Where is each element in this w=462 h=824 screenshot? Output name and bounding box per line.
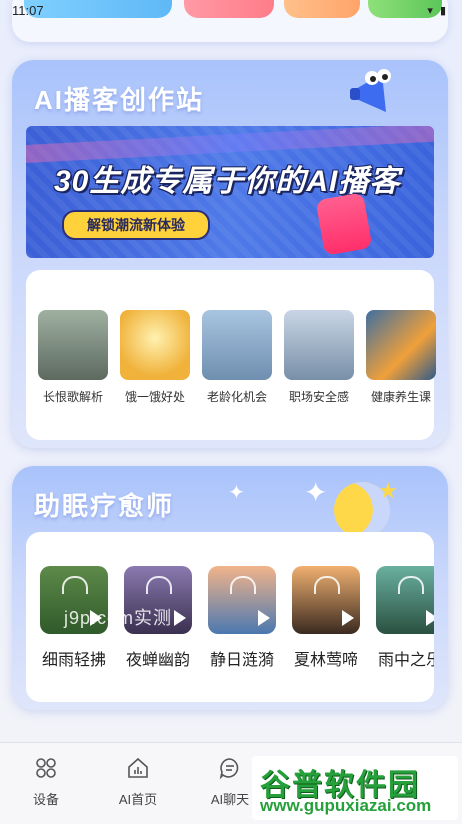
topic-label: 老龄化机会 xyxy=(206,390,267,404)
podcast-section-title: AI播客创作站 xyxy=(34,85,205,115)
overlay-logo-url: www.gupuxiazai.com xyxy=(260,796,432,815)
megaphone-icon xyxy=(350,69,391,112)
sleep-track-label: 静日涟漪 xyxy=(209,652,274,669)
sleep-track-label: 夜蝉幽韵 xyxy=(125,652,190,669)
topic-label: 长恨歌解析 xyxy=(42,390,103,404)
topic-thumbnail xyxy=(366,310,436,380)
nav-label: 设备 xyxy=(32,792,59,807)
sleep-section: 助眠疗愈师 ✦ ✦ ★ 细雨轻拂 夜蝉幽韵 静日涟漪 夏林莺啼 雨中之乐 xyxy=(12,466,448,710)
sleep-section-title: 助眠疗愈师 xyxy=(34,491,175,521)
sleep-track-label: 夏林莺啼 xyxy=(293,652,358,669)
headphone-icon xyxy=(146,576,172,594)
sleep-thumbnail xyxy=(208,566,276,634)
topic-label: 健康养生课 xyxy=(370,390,431,404)
nav-item-devices[interactable]: 设备 xyxy=(6,755,86,808)
devices-grid-icon xyxy=(36,758,56,778)
star-icon: ★ xyxy=(378,478,398,503)
wifi-icon: ▾ xyxy=(427,5,435,17)
topic-label: 职场安全感 xyxy=(288,390,349,404)
play-icon[interactable] xyxy=(258,610,270,626)
topic-thumbnail xyxy=(120,310,190,380)
home-chart-icon xyxy=(128,757,148,778)
sleep-track-label: 细雨轻拂 xyxy=(41,652,106,669)
sparkle-icon: ✦ xyxy=(228,482,245,504)
topic-thumbnail xyxy=(284,310,354,380)
sleep-track-item[interactable]: 静日涟漪 xyxy=(208,566,276,670)
chat-bubble-icon xyxy=(219,758,239,780)
unlock-button[interactable]: 解锁潮流新体验 xyxy=(62,210,210,240)
topic-item[interactable]: 长恨歌解析 xyxy=(38,310,108,405)
sparkle-icon: ✦ xyxy=(304,477,328,508)
watermark-text: j9p.com实测 xyxy=(64,608,173,628)
podcast-banner[interactable]: 30生成专属于你的AI播客 解锁潮流新体验 xyxy=(26,126,434,258)
battery-icon: ▮ xyxy=(439,5,448,17)
headphone-icon xyxy=(62,576,88,594)
topic-item[interactable]: 健康养生课 xyxy=(366,310,436,405)
headphone-icon xyxy=(230,576,256,594)
topic-panel: 长恨歌解析 饿一饿好处 老龄化机会 职场安全感 健康养生课 xyxy=(26,270,436,440)
banner-headline: 30生成专属于你的AI播客 xyxy=(54,165,401,198)
topic-item[interactable]: 饿一饿好处 xyxy=(120,310,190,405)
sleep-thumbnail xyxy=(292,566,360,634)
nav-label: AI首页 xyxy=(118,792,158,807)
podcast-section: AI播客创作站 30生成专属于你的AI播客 解锁潮流新体验 长恨歌解析 饿一饿好… xyxy=(12,60,448,448)
headphone-icon xyxy=(398,576,424,594)
headphone-icon xyxy=(314,576,340,594)
overlay-logo: 谷普软件园 www.gupuxiazai.com xyxy=(252,756,458,820)
play-icon[interactable] xyxy=(174,610,186,626)
status-time: 11:07 xyxy=(12,3,44,18)
sleep-track-item[interactable]: 夏林莺啼 xyxy=(292,566,360,670)
peace-hand-icon xyxy=(315,192,373,256)
topic-thumbnail xyxy=(38,310,108,380)
topic-label: 饿一饿好处 xyxy=(124,390,185,404)
sleep-thumbnail xyxy=(376,566,434,634)
topic-item[interactable]: 老龄化机会 xyxy=(202,310,272,405)
play-icon[interactable] xyxy=(342,610,354,626)
topic-item[interactable]: 职场安全感 xyxy=(284,310,354,405)
status-icons: ▾ ▮ xyxy=(427,4,448,17)
sleep-track-label: 雨中之乐 xyxy=(377,652,434,669)
status-bar: 11:07 ▾ ▮ xyxy=(0,0,462,22)
topic-list: 长恨歌解析 饿一饿好处 老龄化机会 职场安全感 健康养生课 xyxy=(38,310,436,405)
sleep-track-item[interactable]: 雨中之乐 xyxy=(376,566,434,670)
nav-item-ai-home[interactable]: AI首页 xyxy=(98,755,178,808)
play-icon[interactable] xyxy=(426,610,434,626)
topic-thumbnail xyxy=(202,310,272,380)
